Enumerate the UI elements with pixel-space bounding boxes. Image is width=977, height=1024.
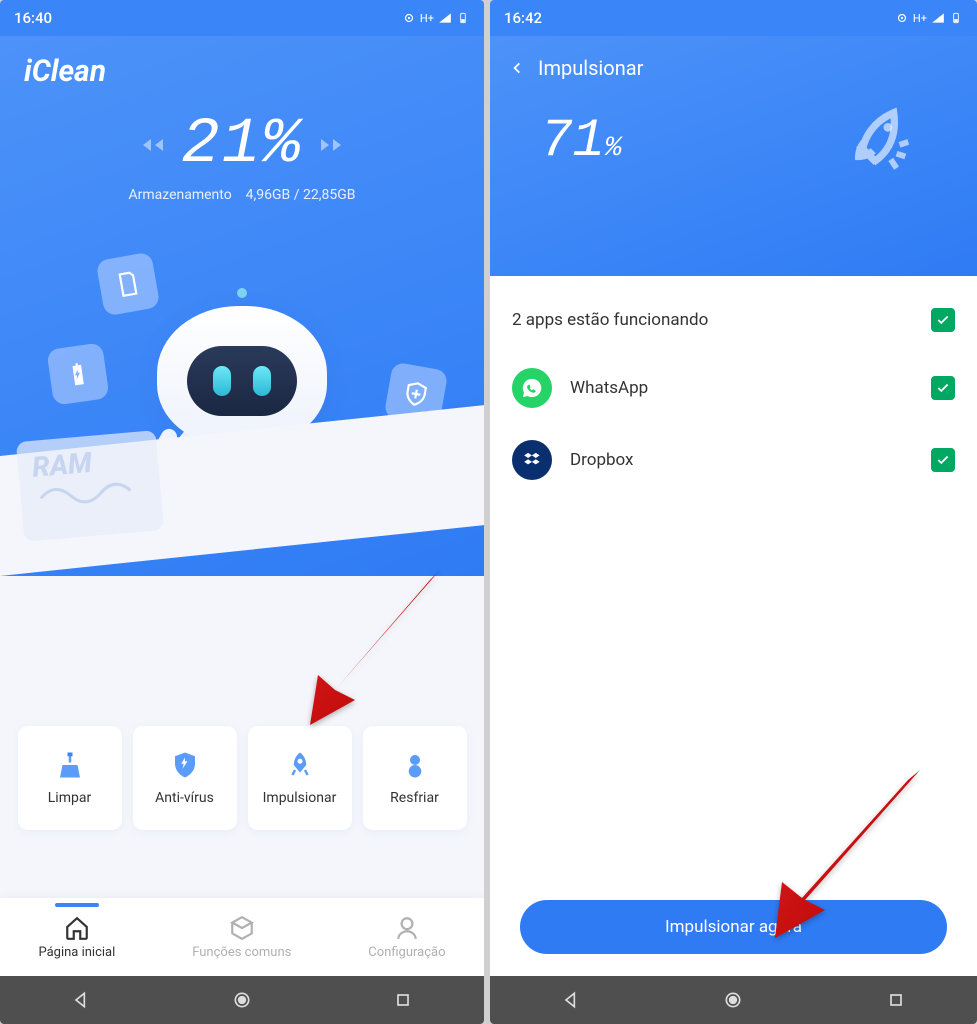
app-name: WhatsApp (570, 378, 648, 398)
status-bar: 16:40 H+ (0, 0, 484, 36)
boost-button-label: Impulsionar agora (665, 917, 802, 937)
back-row[interactable]: Impulsionar (490, 36, 977, 80)
status-time: 16:42 (504, 9, 542, 27)
boost-now-button[interactable]: Impulsionar agora (520, 900, 947, 954)
tab-label: Funções comuns (192, 945, 291, 960)
phone-right: 16:42 H+ Impulsionar 71% 2 apps estão fu… (490, 0, 977, 1024)
snowman-icon (400, 750, 430, 780)
boost-percent: 71% (540, 111, 622, 172)
battery-icon (456, 11, 470, 25)
tile-antivirus[interactable]: Anti-vírus (133, 726, 237, 830)
shield-icon (170, 750, 200, 780)
main-header: iClean 21% Armazenamento 4,96GB / 22,85G… (0, 36, 484, 576)
cast-icon (895, 11, 909, 25)
running-apps-list: 2 apps estão funcionando WhatsApp Dropbo… (490, 276, 977, 520)
tile-cool[interactable]: Resfriar (363, 726, 467, 830)
profile-icon (394, 915, 420, 941)
bottom-tabs: Página inicial Funções comuns Configuraç… (0, 898, 484, 976)
storage-sep: / (294, 187, 300, 203)
nav-home-icon[interactable] (232, 990, 252, 1010)
status-indicators: H+ (895, 11, 963, 25)
storage-label: Armazenamento (128, 187, 231, 203)
rocket-icon (847, 104, 917, 178)
rocket-icon (285, 750, 315, 780)
nav-recent-icon[interactable] (393, 990, 413, 1010)
storage-used: 4,96GB (246, 187, 291, 203)
tile-label: Impulsionar (263, 790, 337, 806)
signal-icon (438, 11, 452, 25)
app-row-dropbox[interactable]: Dropbox (512, 424, 955, 496)
robot-scene: RAM (0, 236, 484, 576)
dropbox-icon (512, 440, 552, 480)
status-signal: H+ (420, 12, 434, 25)
home-icon (64, 915, 90, 941)
cast-icon (402, 11, 416, 25)
app-name: Dropbox (570, 450, 634, 470)
status-time: 16:40 (14, 9, 52, 27)
ram-card: RAM (16, 430, 164, 542)
storage-total: 22,85GB (303, 187, 356, 203)
tab-home[interactable]: Página inicial (38, 915, 115, 960)
app-checkbox[interactable] (931, 448, 955, 472)
tab-functions[interactable]: Funções comuns (192, 915, 291, 960)
list-header-text: 2 apps estão funcionando (512, 310, 708, 330)
status-signal: H+ (913, 12, 927, 25)
nav-back-icon[interactable] (71, 990, 91, 1010)
storage-percent-row: 21% (0, 109, 484, 181)
chevron-left-icon[interactable] (510, 58, 524, 78)
select-all-checkbox[interactable] (931, 308, 955, 332)
page-title: Impulsionar (538, 56, 643, 80)
app-row-whatsapp[interactable]: WhatsApp (512, 352, 955, 424)
android-nav-bar (490, 976, 977, 1024)
list-header: 2 apps estão funcionando (512, 300, 955, 352)
signal-icon (931, 11, 945, 25)
status-bar: 16:42 H+ (490, 0, 977, 36)
tab-settings[interactable]: Configuração (368, 915, 445, 960)
tile-label: Resfriar (390, 790, 439, 806)
broom-icon (55, 750, 85, 780)
phone-left: 16:40 H+ iClean 21% Armazenamento 4,96GB… (0, 0, 484, 1024)
storage-details: Armazenamento 4,96GB / 22,85GB (0, 187, 484, 203)
tile-boost[interactable]: Impulsionar (248, 726, 352, 830)
boost-header: Impulsionar 71% (490, 36, 977, 276)
storage-percent: 21% (181, 109, 302, 181)
app-title: iClean (0, 36, 484, 89)
tile-label: Anti-vírus (155, 790, 214, 806)
tab-label: Página inicial (38, 945, 115, 960)
boost-percent-row: 71% (490, 80, 977, 178)
nav-home-icon[interactable] (723, 990, 743, 1010)
action-tiles: Limpar Anti-vírus Impulsionar Resfriar (0, 726, 484, 830)
chevrons-right-icon[interactable] (321, 139, 341, 151)
tab-label: Configuração (368, 945, 445, 960)
battery-icon (949, 11, 963, 25)
nav-recent-icon[interactable] (886, 990, 906, 1010)
cube-icon (229, 915, 255, 941)
tile-clean[interactable]: Limpar (18, 726, 122, 830)
tile-label: Limpar (48, 790, 91, 806)
android-nav-bar (0, 976, 484, 1024)
float-card-battery (46, 342, 109, 405)
status-indicators: H+ (402, 11, 470, 25)
nav-back-icon[interactable] (561, 990, 581, 1010)
app-checkbox[interactable] (931, 376, 955, 400)
chevrons-left-icon[interactable] (143, 139, 163, 151)
whatsapp-icon (512, 368, 552, 408)
